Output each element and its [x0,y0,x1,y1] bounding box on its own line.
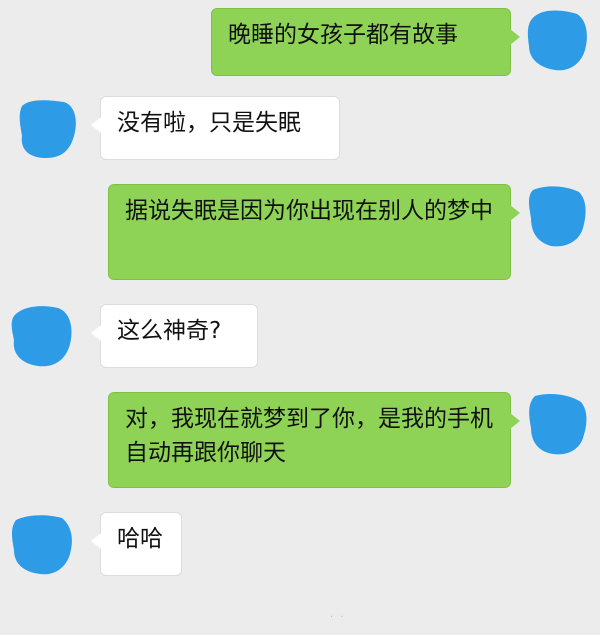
message-row-incoming: 哈哈 [0,512,600,584]
message-row-incoming: 没有啦，只是失眠 [0,96,600,168]
message-text: 据说失眠是因为你出现在别人的梦中 [125,198,493,224]
avatar-redacted-icon[interactable] [525,184,589,248]
message-text: 对，我现在就梦到了你，是我的手机自动再跟你聊天 [125,406,493,466]
message-row-outgoing: 据说失眠是因为你出现在别人的梦中 [0,184,600,284]
message-row-outgoing: 晚睡的女孩子都有故事 [0,8,600,88]
message-bubble[interactable]: 对，我现在就梦到了你，是我的手机自动再跟你聊天 [108,392,520,488]
avatar-redacted-icon[interactable] [10,512,74,576]
avatar-redacted-icon[interactable] [525,8,589,72]
message-bubble[interactable]: 据说失眠是因为你出现在别人的梦中 [108,184,520,280]
chat-conversation: 晚睡的女孩子都有故事 没有啦，只是失眠 据说失眠是因为你出现在别人的梦中 这么神… [0,0,600,635]
message-text: 这么神奇? [117,318,222,344]
avatar-redacted-icon[interactable] [16,96,80,160]
message-row-outgoing: 对，我现在就梦到了你，是我的手机自动再跟你聊天 [0,392,600,492]
message-row-incoming: 这么神奇? [0,304,600,376]
message-text: 没有啦，只是失眠 [117,110,301,136]
avatar-redacted-icon[interactable] [525,392,589,456]
message-text: 哈哈 [117,526,163,552]
message-bubble[interactable]: 晚睡的女孩子都有故事 [211,8,520,76]
message-bubble[interactable]: 哈哈 [91,512,182,576]
scroll-indicator: · · [330,612,346,623]
avatar-redacted-icon[interactable] [10,304,74,368]
message-text: 晚睡的女孩子都有故事 [228,22,458,48]
message-bubble[interactable]: 没有啦，只是失眠 [91,96,340,160]
message-bubble[interactable]: 这么神奇? [91,304,258,368]
